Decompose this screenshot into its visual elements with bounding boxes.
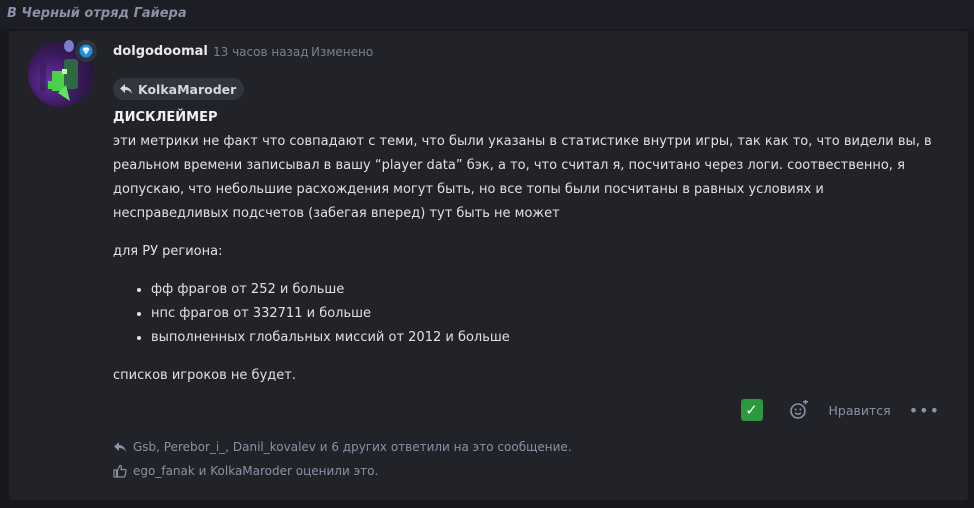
reply-arrow-icon	[114, 442, 126, 452]
secondary-badge	[64, 40, 74, 52]
breadcrumb[interactable]: В Черный отряд Гайера	[7, 6, 187, 21]
replies-text: Gsb, Perebor_i_, Danil_kovalev и 6 други…	[133, 440, 572, 454]
list-item: выполненных глобальных миссий от 2012 и …	[151, 326, 943, 350]
thumbs-up-icon	[113, 464, 127, 478]
post-card: dolgodoomal 13 часов назад Изменено Kolk…	[9, 31, 968, 500]
reply-to-chip[interactable]: KolkaMaroder	[113, 78, 245, 100]
post-timestamp[interactable]: 13 часов назад	[213, 45, 309, 59]
reply-arrow-icon	[120, 84, 132, 94]
replies-summary[interactable]: Gsb, Perebor_i_, Danil_kovalev и 6 други…	[113, 440, 572, 454]
diamond-badge-icon	[75, 40, 97, 62]
likes-text: ego_fanak и KolkaMaroder оценили это.	[133, 464, 379, 478]
closing-text: списков игроков не будет.	[113, 368, 296, 383]
reply-to-name: KolkaMaroder	[138, 81, 237, 97]
author-name[interactable]: dolgodoomal	[113, 44, 208, 59]
edited-label[interactable]: Изменено	[311, 45, 373, 59]
top-bar: В Черный отряд Гайера	[0, 0, 974, 29]
more-options-button[interactable]: •••	[909, 401, 940, 420]
likes-summary[interactable]: ego_fanak и KolkaMaroder оценили это.	[113, 464, 378, 478]
add-reaction-icon[interactable]	[789, 400, 809, 420]
post-body: ДИСКЛЕЙМЕР эти метрики не факт что совпа…	[113, 106, 943, 388]
criteria-list: фф фрагов от 252 и больше нпс фрагов от …	[113, 278, 943, 350]
region-label: для РУ региона:	[113, 244, 223, 259]
post-heading: ДИСКЛЕЙМЕР	[113, 110, 218, 125]
post-paragraph: эти метрики не факт что совпадают с теми…	[113, 134, 932, 221]
post-actions: ✓ Нравится •••	[740, 399, 940, 421]
check-mark-icon[interactable]: ✓	[740, 399, 763, 421]
like-button[interactable]: Нравится	[829, 403, 891, 418]
list-item: фф фрагов от 252 и больше	[151, 278, 943, 302]
list-item: нпс фрагов от 332711 и больше	[151, 302, 943, 326]
